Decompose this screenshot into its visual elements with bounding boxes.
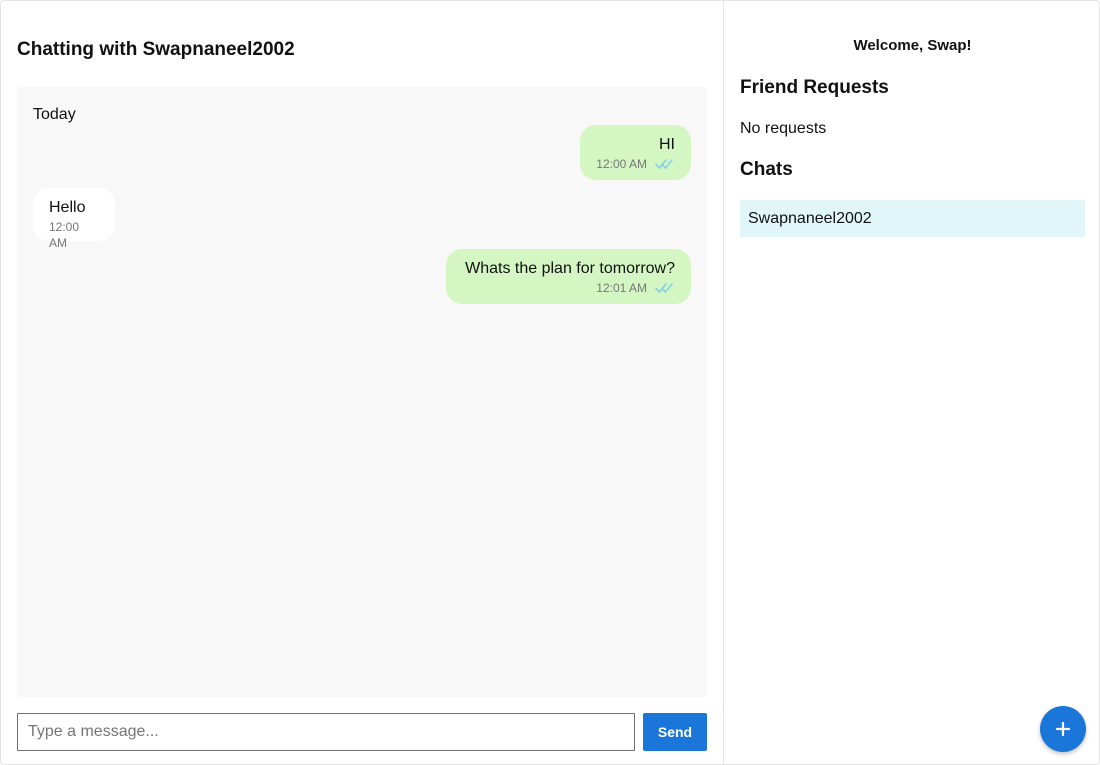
send-button[interactable]: Send xyxy=(643,713,707,751)
chat-title: Chatting with Swapnaneel2002 xyxy=(17,39,295,60)
message-time: 12:01 AM xyxy=(596,281,647,295)
no-requests-text: No requests xyxy=(740,120,827,137)
chat-list-item-name: Swapnaneel2002 xyxy=(748,209,872,227)
chat-pane: Chatting with Swapnaneel2002 Today HI 12… xyxy=(1,1,724,764)
plus-icon xyxy=(1055,721,1071,737)
message-list[interactable]: Today HI 12:00 AM Hello 12:00 AM Whats t… xyxy=(17,87,707,697)
new-chat-button[interactable] xyxy=(1040,706,1086,752)
sidebar: Welcome, Swap! Friend Requests No reques… xyxy=(724,1,1099,764)
message-input[interactable] xyxy=(17,713,635,751)
message-time: 12:00 AM xyxy=(49,220,80,250)
message-meta: 12:00 AM xyxy=(49,219,99,251)
chat-list-item-swapnaneel2002[interactable]: Swapnaneel2002 xyxy=(740,200,1085,237)
welcome-message: Welcome, Swap! xyxy=(853,37,972,54)
double-check-icon xyxy=(655,283,673,293)
message-composer: Send xyxy=(17,713,707,751)
message-text: Whats the plan for tomorrow? xyxy=(465,260,675,277)
message-meta: 12:01 AM xyxy=(462,280,675,296)
message-meta: 12:00 AM xyxy=(596,156,675,172)
chats-heading: Chats xyxy=(740,159,793,180)
friend-requests-heading: Friend Requests xyxy=(740,77,889,98)
message-bubble-sent: HI 12:00 AM xyxy=(580,125,691,180)
message-text: Hello xyxy=(49,199,86,216)
message-time: 12:00 AM xyxy=(596,157,647,171)
day-separator: Today xyxy=(33,106,76,123)
message-bubble-sent: Whats the plan for tomorrow? 12:01 AM xyxy=(446,249,691,304)
double-check-icon xyxy=(655,159,673,169)
chat-app: Chatting with Swapnaneel2002 Today HI 12… xyxy=(0,0,1100,765)
message-bubble-received: Hello 12:00 AM xyxy=(33,188,115,250)
message-text: HI xyxy=(659,136,675,153)
